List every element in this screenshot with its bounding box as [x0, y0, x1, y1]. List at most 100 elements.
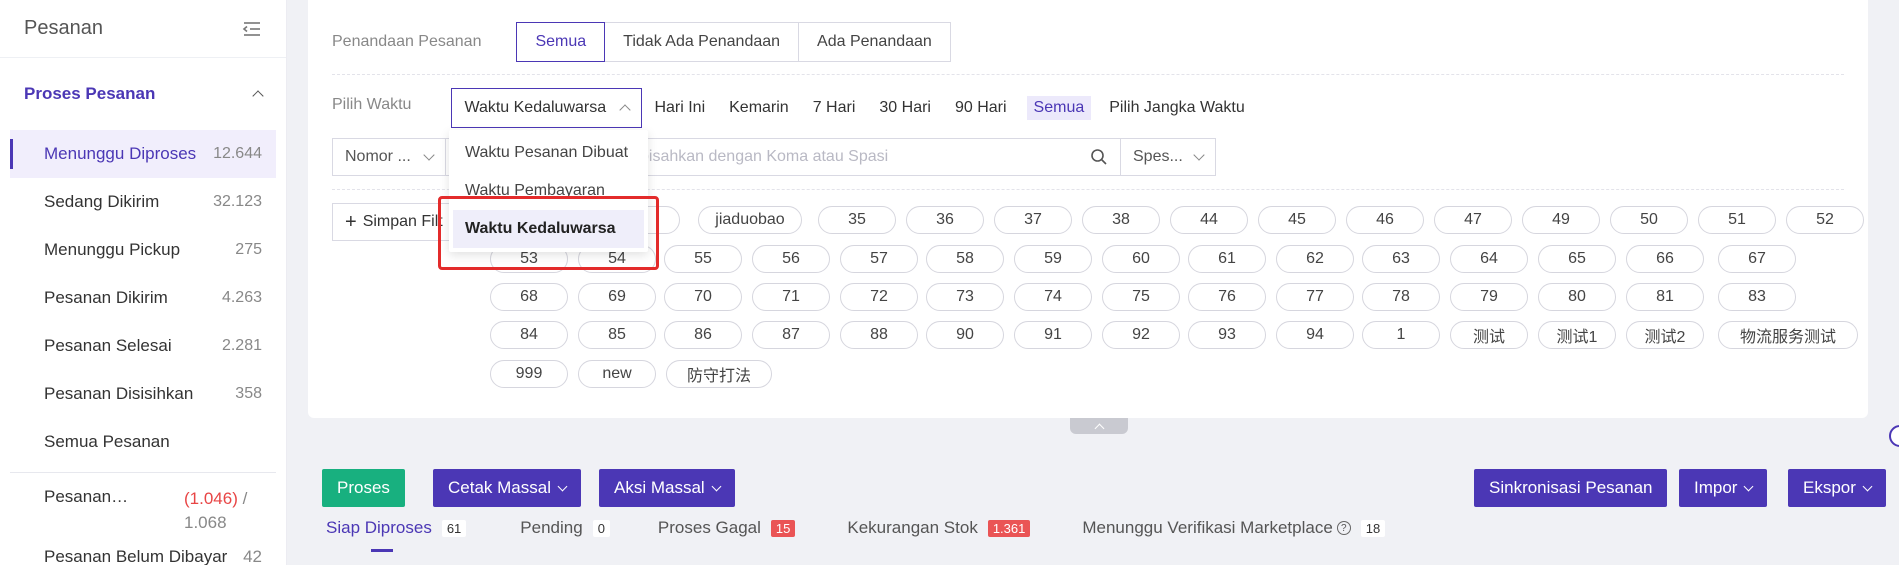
- tag-chip[interactable]: 76: [1188, 283, 1266, 311]
- tag-chip[interactable]: 78: [1362, 283, 1440, 311]
- impor-button[interactable]: Impor: [1679, 469, 1768, 507]
- sidebar-item-label: Semua Pesanan: [44, 432, 170, 451]
- tag-chip[interactable]: 80: [1538, 283, 1616, 311]
- tag-chip[interactable]: new: [578, 360, 656, 388]
- floating-help-icon[interactable]: [1889, 425, 1899, 447]
- time-range-kemarin[interactable]: Kemarin: [729, 99, 789, 117]
- tag-chip[interactable]: 防守打法: [666, 360, 772, 388]
- sidebar-item-pesanan-extra[interactable]: Pesanan… (1.046) / 1.068: [0, 479, 286, 541]
- proses-button[interactable]: Proses: [322, 469, 405, 507]
- tab-kekurangan-stok[interactable]: Kekurangan Stok 1.361: [847, 518, 1031, 552]
- time-range-custom[interactable]: Pilih Jangka Waktu: [1109, 99, 1244, 117]
- sidebar-group-proses[interactable]: Proses Pesanan: [0, 58, 286, 130]
- tag-chip[interactable]: 75: [1102, 283, 1180, 311]
- tag-chip[interactable]: 44: [1170, 206, 1248, 234]
- tag-chip[interactable]: 74: [1014, 283, 1092, 311]
- marking-option-tidak-ada[interactable]: Tidak Ada Penandaan: [604, 22, 800, 62]
- tag-chip[interactable]: 59: [1014, 245, 1092, 273]
- tag-chip[interactable]: 64: [1450, 245, 1528, 273]
- tag-chip[interactable]: 68: [490, 283, 568, 311]
- tag-chip[interactable]: 67: [1718, 245, 1796, 273]
- tab-menunggu-verifikasi[interactable]: Menunggu Verifikasi Marketplace ? 18: [1082, 518, 1386, 552]
- time-range-7-hari[interactable]: 7 Hari: [813, 99, 856, 117]
- tag-chip[interactable]: 1: [1362, 321, 1440, 349]
- tag-chip[interactable]: 999: [490, 360, 568, 388]
- tag-chip[interactable]: 35: [818, 206, 896, 234]
- tag-chip[interactable]: 70: [664, 283, 742, 311]
- time-range-90-hari[interactable]: 90 Hari: [955, 99, 1007, 117]
- tag-chip[interactable]: 52: [1786, 206, 1864, 234]
- tag-chip[interactable]: 60: [1102, 245, 1180, 273]
- help-icon[interactable]: ?: [1336, 521, 1351, 535]
- tag-chip[interactable]: 37: [994, 206, 1072, 234]
- aksi-massal-button[interactable]: Aksi Massal: [599, 469, 735, 507]
- tag-chip[interactable]: 65: [1538, 245, 1616, 273]
- tag-chip[interactable]: 63: [1362, 245, 1440, 273]
- search-field-select[interactable]: Nomor ...: [332, 138, 446, 176]
- tag-chip[interactable]: 45: [1258, 206, 1336, 234]
- tag-chip[interactable]: 47: [1434, 206, 1512, 234]
- tag-chip[interactable]: 58: [926, 245, 1004, 273]
- tab-siap-diproses[interactable]: Siap Diproses 61: [326, 518, 467, 552]
- collapse-filter-tab[interactable]: [1070, 418, 1128, 434]
- tag-chip[interactable]: 90: [926, 321, 1004, 349]
- tag-chip[interactable]: 71: [752, 283, 830, 311]
- tag-chip[interactable]: 69: [578, 283, 656, 311]
- tag-chip[interactable]: 57: [840, 245, 918, 273]
- tag-chip[interactable]: 77: [1276, 283, 1354, 311]
- tab-proses-gagal[interactable]: Proses Gagal 15: [658, 518, 796, 552]
- sidebar-item-menunggu-diproses[interactable]: Menunggu Diproses 12.644: [10, 130, 276, 178]
- ekspor-button[interactable]: Ekspor: [1788, 469, 1886, 507]
- tag-chip[interactable]: 73: [926, 283, 1004, 311]
- tag-chip[interactable]: 38: [1082, 206, 1160, 234]
- time-range-semua[interactable]: Semua: [1026, 96, 1092, 120]
- dropdown-option-waktu-pesanan-dibuat[interactable]: Waktu Pesanan Dibuat: [449, 134, 648, 172]
- tag-chip[interactable]: 81: [1626, 283, 1704, 311]
- tag-chip[interactable]: 测试: [1450, 321, 1528, 349]
- tag-chip[interactable]: 物流服务测试: [1718, 321, 1858, 349]
- marking-option-ada[interactable]: Ada Penandaan: [798, 22, 951, 62]
- sidebar-item-menunggu-pickup[interactable]: Menunggu Pickup 275: [0, 226, 286, 274]
- tag-chip[interactable]: 55: [664, 245, 742, 273]
- tag-chip[interactable]: 49: [1522, 206, 1600, 234]
- tag-chip[interactable]: 87: [752, 321, 830, 349]
- marking-option-semua[interactable]: Semua: [516, 22, 606, 62]
- tag-chip[interactable]: 94: [1276, 321, 1354, 349]
- tag-chip[interactable]: 79: [1450, 283, 1528, 311]
- tag-chip[interactable]: 66: [1626, 245, 1704, 273]
- tag-chip[interactable]: 46: [1346, 206, 1424, 234]
- sidebar-item-pesanan-dikirim[interactable]: Pesanan Dikirim 4.263: [0, 274, 286, 322]
- time-range-30-hari[interactable]: 30 Hari: [879, 99, 931, 117]
- tag-chip[interactable]: 50: [1610, 206, 1688, 234]
- cetak-massal-button[interactable]: Cetak Massal: [433, 469, 581, 507]
- tag-chip[interactable]: 86: [664, 321, 742, 349]
- tag-chip[interactable]: 84: [490, 321, 568, 349]
- tag-chip[interactable]: jiaduobao: [698, 206, 802, 234]
- tag-chip[interactable]: 62: [1276, 245, 1354, 273]
- spec-select[interactable]: Spes...: [1120, 138, 1216, 176]
- tag-chip[interactable]: 88: [840, 321, 918, 349]
- tag-chip[interactable]: 51: [1698, 206, 1776, 234]
- sidebar-item-pesanan-disisihkan[interactable]: Pesanan Disisihkan 358: [0, 370, 286, 418]
- tag-chip[interactable]: 92: [1102, 321, 1180, 349]
- sidebar-item-semua-pesanan[interactable]: Semua Pesanan: [0, 418, 286, 466]
- tag-chip[interactable]: 测试1: [1538, 321, 1616, 349]
- tag-chip[interactable]: 83: [1718, 283, 1796, 311]
- sidebar-item-pesanan-selesai[interactable]: Pesanan Selesai 2.281: [0, 322, 286, 370]
- tag-chip[interactable]: 93: [1188, 321, 1266, 349]
- collapse-menu-icon[interactable]: [242, 20, 262, 38]
- sinkronisasi-button[interactable]: Sinkronisasi Pesanan: [1474, 469, 1668, 507]
- tag-chip[interactable]: 测试2: [1626, 321, 1704, 349]
- time-range-hari-ini[interactable]: Hari Ini: [654, 99, 705, 117]
- tag-chip[interactable]: 36: [906, 206, 984, 234]
- tag-chip[interactable]: 91: [1014, 321, 1092, 349]
- tab-pending[interactable]: Pending 0: [520, 518, 610, 552]
- sidebar-item-belum-dibayar[interactable]: Pesanan Belum Dibayar 42: [0, 541, 286, 565]
- sidebar-item-sedang-dikirim[interactable]: Sedang Dikirim 32.123: [0, 178, 286, 226]
- tag-chip[interactable]: 61: [1188, 245, 1266, 273]
- tag-chip[interactable]: 56: [752, 245, 830, 273]
- tag-chip[interactable]: 72: [840, 283, 918, 311]
- search-icon[interactable]: [1090, 148, 1108, 166]
- tag-chip[interactable]: 85: [578, 321, 656, 349]
- time-type-select[interactable]: Waktu Kedaluwarsa: [451, 88, 643, 128]
